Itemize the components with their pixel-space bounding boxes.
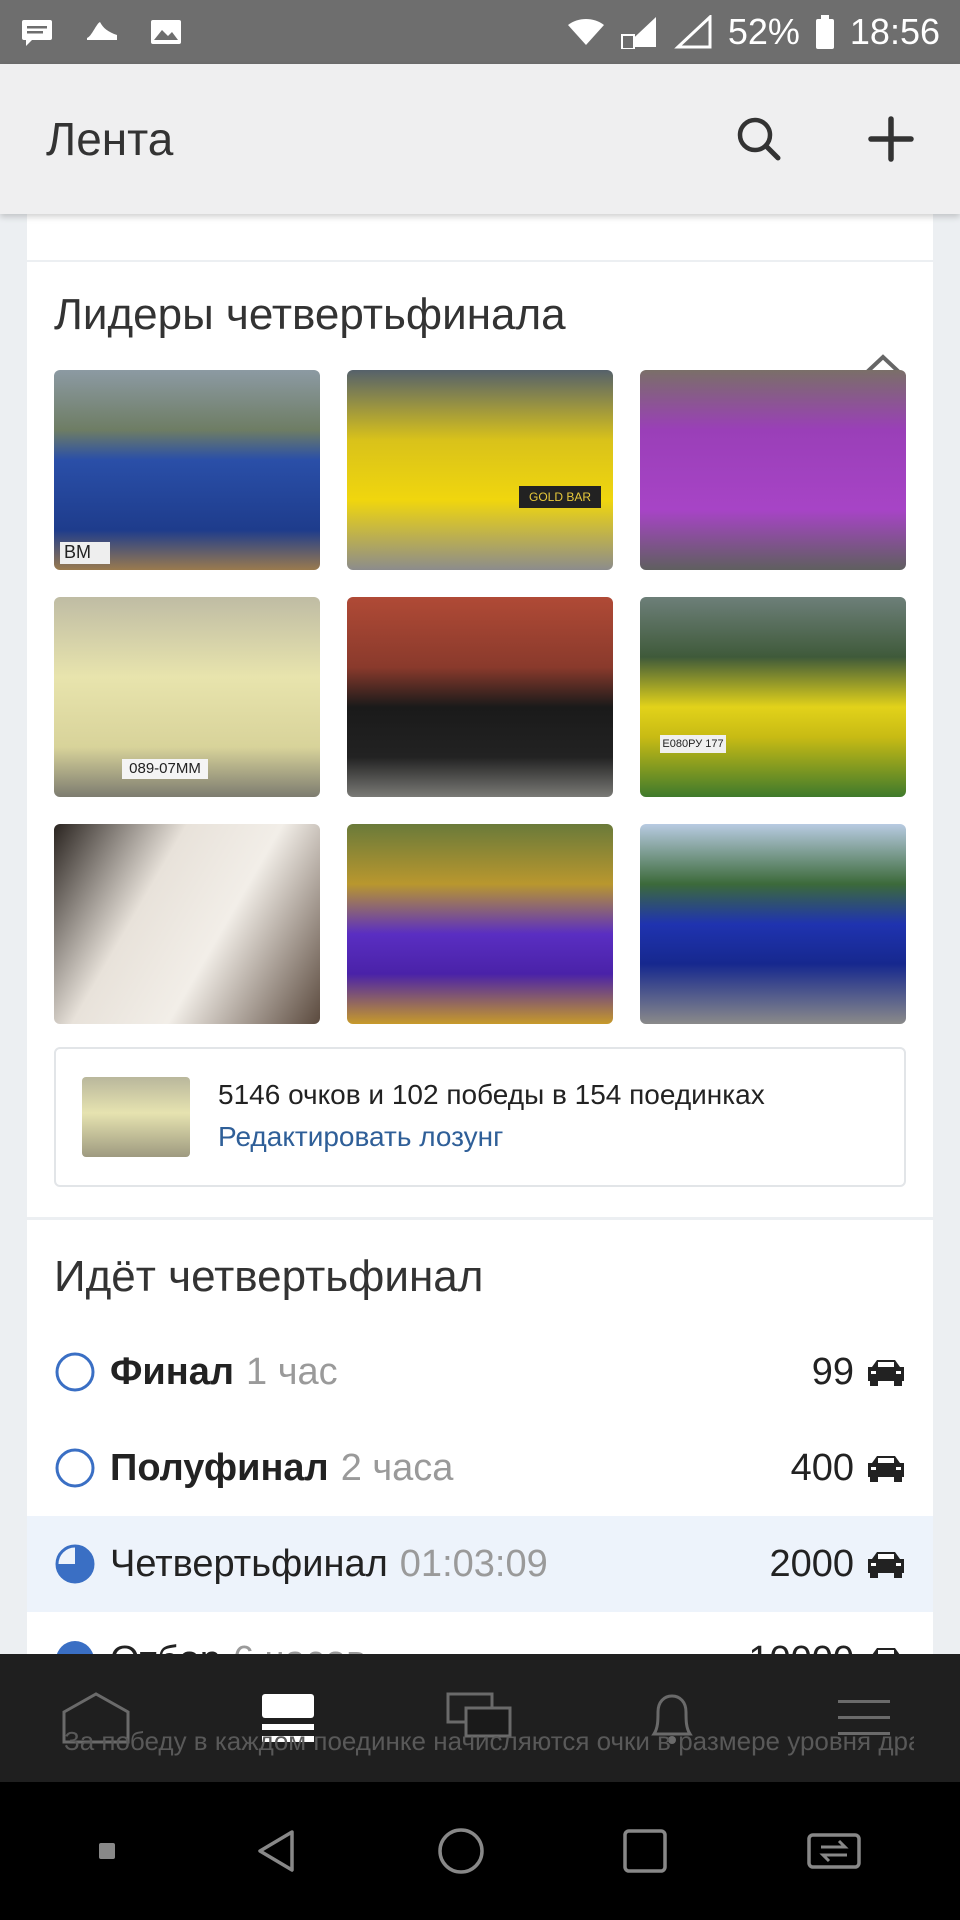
stage-name: Четвертьфинал xyxy=(110,1542,388,1585)
leader-photo-black-mr2[interactable] xyxy=(347,597,613,797)
leader-photo-white-toyota[interactable] xyxy=(54,824,320,1024)
leaders-card: Лидеры четвертьфинала BM GOLD BAR 089-07… xyxy=(27,262,933,1217)
edit-slogan-link[interactable]: Редактировать лозунг xyxy=(218,1121,503,1153)
leader-summary-thumbnail xyxy=(82,1077,190,1157)
page-title: Лента xyxy=(46,113,174,165)
stage-row-selection[interactable]: Отбор 6 часов 10000 xyxy=(27,1612,933,1654)
switch-sim-icon[interactable] xyxy=(805,1829,863,1873)
signal-sim1-icon xyxy=(620,17,656,49)
stage-card: Идёт четвертьфинал Финал 1 час 99 Полуфи… xyxy=(27,1220,933,1654)
stage-meta: 1 час xyxy=(246,1350,338,1393)
message-icon xyxy=(22,20,52,46)
stage-meta: 6 часов xyxy=(233,1639,366,1655)
stage-row-quarterfinal[interactable]: Четвертьфинал 01:03:09 2000 xyxy=(27,1516,933,1612)
stage-name: Отбор xyxy=(110,1639,221,1655)
plate-label: 089-07MM xyxy=(122,759,208,779)
feed: Лидеры четвертьфинала BM GOLD BAR 089-07… xyxy=(0,214,960,1654)
stage-count: 2000 xyxy=(769,1542,854,1585)
stage-row-semifinal[interactable]: Полуфинал 2 часа 400 xyxy=(27,1420,933,1516)
filled-circle-icon xyxy=(56,1641,94,1654)
wifi-icon xyxy=(567,19,604,45)
status-bar: 52% 18:56 xyxy=(0,0,960,64)
car-icon xyxy=(868,1456,904,1482)
signal-sim2-icon xyxy=(674,15,712,49)
progress-pie-icon xyxy=(55,1544,95,1584)
leader-photo-yellow-lancer[interactable]: Е080РУ 177 xyxy=(640,597,906,797)
stage-title: Идёт четвертьфинал xyxy=(54,1252,484,1301)
leaders-grid: BM GOLD BAR 089-07MM Е080РУ 177 xyxy=(54,370,906,1024)
stage-name: Полуфинал xyxy=(110,1446,329,1489)
leaders-title: Лидеры четвертьфинала xyxy=(54,290,566,339)
car-icon xyxy=(868,1552,904,1578)
leader-photo-blue-bmw[interactable]: BM xyxy=(54,370,320,570)
back-icon[interactable] xyxy=(252,1826,302,1876)
add-icon[interactable] xyxy=(868,116,914,162)
bottom-navigation xyxy=(0,1654,960,1782)
stage-count: 99 xyxy=(811,1350,854,1393)
empty-circle-icon xyxy=(55,1352,95,1392)
plate-label: Е080РУ 177 xyxy=(660,735,726,753)
system-navigation-bar xyxy=(0,1782,960,1920)
image-icon xyxy=(151,20,181,44)
clock: 18:56 xyxy=(849,11,940,52)
small-square-icon[interactable] xyxy=(97,1841,117,1861)
sneaker-icon xyxy=(87,22,117,40)
stage-footnote: За победу в каждом поединке начисляются … xyxy=(64,1726,914,1756)
leader-photo-blue-silvia[interactable] xyxy=(640,824,906,1024)
previous-card xyxy=(27,214,933,260)
plate-label: BM xyxy=(60,542,110,564)
app-bar: Лента xyxy=(0,64,960,214)
leader-summary-stats: 5146 очков и 102 победы в 154 поединках xyxy=(218,1079,765,1110)
home-circle-icon[interactable] xyxy=(436,1826,486,1876)
recents-icon[interactable] xyxy=(620,1826,670,1876)
stage-count: 400 xyxy=(790,1446,854,1489)
stage-meta: 2 часа xyxy=(340,1446,454,1489)
search-icon[interactable] xyxy=(736,116,782,162)
car-icon xyxy=(868,1360,904,1386)
battery-icon xyxy=(815,15,834,49)
leader-summary: 5146 очков и 102 победы в 154 поединках … xyxy=(54,1047,906,1187)
leader-photo-yellow-toyota[interactable]: GOLD BAR xyxy=(347,370,613,570)
stage-name: Финал xyxy=(110,1350,235,1393)
leader-photo-purple-skyline[interactable] xyxy=(347,824,613,1024)
car-icon xyxy=(872,1648,900,1654)
plate-label: GOLD BAR xyxy=(519,486,601,508)
stage-row-final[interactable]: Финал 1 час 99 xyxy=(27,1324,933,1420)
stage-timer: 01:03:09 xyxy=(399,1542,548,1585)
stage-count: 10000 xyxy=(748,1639,854,1655)
empty-circle-icon xyxy=(55,1448,95,1488)
leader-photo-purple-volga[interactable] xyxy=(640,370,906,570)
battery-percent: 52% xyxy=(727,11,800,52)
leader-photo-beige-moskvich[interactable]: 089-07MM xyxy=(54,597,320,797)
